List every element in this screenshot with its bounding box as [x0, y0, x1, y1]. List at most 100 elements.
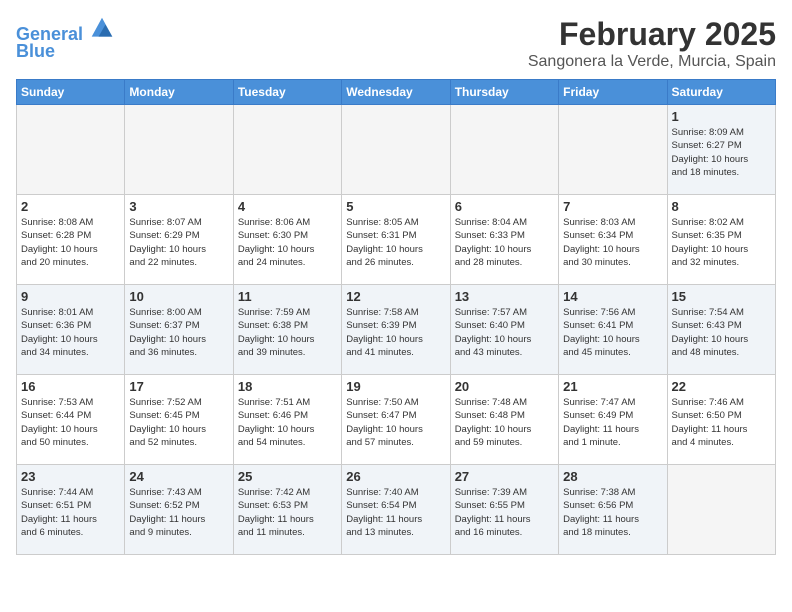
calendar-cell	[342, 105, 450, 195]
day-info: Sunrise: 8:02 AM Sunset: 6:35 PM Dayligh…	[672, 216, 771, 269]
calendar-cell: 22 Sunrise: 7:46 AM Sunset: 6:50 PM Dayli…	[667, 375, 775, 465]
calendar-cell: 25 Sunrise: 7:42 AM Sunset: 6:53 PM Dayli…	[233, 465, 341, 555]
day-info: Sunrise: 8:04 AM Sunset: 6:33 PM Dayligh…	[455, 216, 554, 269]
calendar-cell: 11 Sunrise: 7:59 AM Sunset: 6:38 PM Dayli…	[233, 285, 341, 375]
day-info: Sunrise: 8:03 AM Sunset: 6:34 PM Dayligh…	[563, 216, 662, 269]
day-info: Sunrise: 7:48 AM Sunset: 6:48 PM Dayligh…	[455, 396, 554, 449]
day-info: Sunrise: 7:59 AM Sunset: 6:38 PM Dayligh…	[238, 306, 337, 359]
day-number: 13	[455, 289, 554, 304]
day-info: Sunrise: 7:44 AM Sunset: 6:51 PM Dayligh…	[21, 486, 120, 539]
day-info: Sunrise: 8:05 AM Sunset: 6:31 PM Dayligh…	[346, 216, 445, 269]
calendar-cell: 7 Sunrise: 8:03 AM Sunset: 6:34 PM Daylig…	[559, 195, 667, 285]
day-number: 8	[672, 199, 771, 214]
col-header-monday: Monday	[125, 80, 233, 105]
day-info: Sunrise: 7:46 AM Sunset: 6:50 PM Dayligh…	[672, 396, 771, 449]
day-number: 14	[563, 289, 662, 304]
calendar-cell: 28 Sunrise: 7:38 AM Sunset: 6:56 PM Dayli…	[559, 465, 667, 555]
day-number: 7	[563, 199, 662, 214]
calendar-week-1: 1Sunrise: 8:09 AM Sunset: 6:27 PM Daylig…	[17, 105, 776, 195]
logo: General Blue	[16, 16, 114, 62]
day-info: Sunrise: 7:43 AM Sunset: 6:52 PM Dayligh…	[129, 486, 228, 539]
calendar-cell: 3 Sunrise: 8:07 AM Sunset: 6:29 PM Daylig…	[125, 195, 233, 285]
day-info: Sunrise: 8:00 AM Sunset: 6:37 PM Dayligh…	[129, 306, 228, 359]
day-info: Sunrise: 7:56 AM Sunset: 6:41 PM Dayligh…	[563, 306, 662, 359]
calendar-cell: 10 Sunrise: 8:00 AM Sunset: 6:37 PM Dayli…	[125, 285, 233, 375]
calendar-cell: 8 Sunrise: 8:02 AM Sunset: 6:35 PM Daylig…	[667, 195, 775, 285]
calendar-cell: 1Sunrise: 8:09 AM Sunset: 6:27 PM Daylig…	[667, 105, 775, 195]
day-number: 24	[129, 469, 228, 484]
day-number: 4	[238, 199, 337, 214]
calendar-cell: 19 Sunrise: 7:50 AM Sunset: 6:47 PM Dayli…	[342, 375, 450, 465]
day-info: Sunrise: 7:51 AM Sunset: 6:46 PM Dayligh…	[238, 396, 337, 449]
day-number: 19	[346, 379, 445, 394]
calendar-week-3: 9 Sunrise: 8:01 AM Sunset: 6:36 PM Daylig…	[17, 285, 776, 375]
calendar-cell	[559, 105, 667, 195]
calendar-cell: 15 Sunrise: 7:54 AM Sunset: 6:43 PM Dayli…	[667, 285, 775, 375]
calendar-week-2: 2 Sunrise: 8:08 AM Sunset: 6:28 PM Daylig…	[17, 195, 776, 285]
calendar-cell: 13 Sunrise: 7:57 AM Sunset: 6:40 PM Dayli…	[450, 285, 558, 375]
day-number: 17	[129, 379, 228, 394]
day-info: Sunrise: 7:58 AM Sunset: 6:39 PM Dayligh…	[346, 306, 445, 359]
calendar-week-4: 16Sunrise: 7:53 AM Sunset: 6:44 PM Dayli…	[17, 375, 776, 465]
day-info: Sunrise: 7:54 AM Sunset: 6:43 PM Dayligh…	[672, 306, 771, 359]
day-number: 6	[455, 199, 554, 214]
day-info: Sunrise: 8:07 AM Sunset: 6:29 PM Dayligh…	[129, 216, 228, 269]
calendar-cell: 2 Sunrise: 8:08 AM Sunset: 6:28 PM Daylig…	[17, 195, 125, 285]
month-title: February 2025	[528, 16, 776, 53]
day-number: 27	[455, 469, 554, 484]
day-number: 11	[238, 289, 337, 304]
col-header-tuesday: Tuesday	[233, 80, 341, 105]
col-header-wednesday: Wednesday	[342, 80, 450, 105]
day-number: 1	[672, 109, 771, 124]
day-info: Sunrise: 7:47 AM Sunset: 6:49 PM Dayligh…	[563, 396, 662, 449]
calendar-cell: 6 Sunrise: 8:04 AM Sunset: 6:33 PM Daylig…	[450, 195, 558, 285]
title-block: February 2025 Sangonera la Verde, Murcia…	[528, 16, 776, 71]
calendar-cell: 9 Sunrise: 8:01 AM Sunset: 6:36 PM Daylig…	[17, 285, 125, 375]
calendar-cell: 4 Sunrise: 8:06 AM Sunset: 6:30 PM Daylig…	[233, 195, 341, 285]
calendar-cell	[233, 105, 341, 195]
day-number: 28	[563, 469, 662, 484]
col-header-sunday: Sunday	[17, 80, 125, 105]
col-header-saturday: Saturday	[667, 80, 775, 105]
calendar-header-row: SundayMondayTuesdayWednesdayThursdayFrid…	[17, 80, 776, 105]
calendar-cell: 23 Sunrise: 7:44 AM Sunset: 6:51 PM Dayli…	[17, 465, 125, 555]
page-header: General Blue February 2025 Sangonera la …	[16, 16, 776, 71]
day-number: 10	[129, 289, 228, 304]
calendar-cell: 26Sunrise: 7:40 AM Sunset: 6:54 PM Dayli…	[342, 465, 450, 555]
day-number: 23	[21, 469, 120, 484]
location-subtitle: Sangonera la Verde, Murcia, Spain	[528, 53, 776, 71]
day-info: Sunrise: 8:08 AM Sunset: 6:28 PM Dayligh…	[21, 216, 120, 269]
col-header-thursday: Thursday	[450, 80, 558, 105]
day-number: 15	[672, 289, 771, 304]
day-number: 3	[129, 199, 228, 214]
day-number: 22	[672, 379, 771, 394]
col-header-friday: Friday	[559, 80, 667, 105]
day-number: 21	[563, 379, 662, 394]
calendar-cell: 5 Sunrise: 8:05 AM Sunset: 6:31 PM Daylig…	[342, 195, 450, 285]
day-number: 9	[21, 289, 120, 304]
calendar-cell	[17, 105, 125, 195]
calendar-cell: 16Sunrise: 7:53 AM Sunset: 6:44 PM Dayli…	[17, 375, 125, 465]
day-info: Sunrise: 7:40 AM Sunset: 6:54 PM Dayligh…	[346, 486, 445, 539]
day-info: Sunrise: 8:06 AM Sunset: 6:30 PM Dayligh…	[238, 216, 337, 269]
day-number: 5	[346, 199, 445, 214]
day-number: 12	[346, 289, 445, 304]
day-info: Sunrise: 7:57 AM Sunset: 6:40 PM Dayligh…	[455, 306, 554, 359]
calendar-week-5: 23 Sunrise: 7:44 AM Sunset: 6:51 PM Dayli…	[17, 465, 776, 555]
day-number: 20	[455, 379, 554, 394]
day-number: 25	[238, 469, 337, 484]
day-info: Sunrise: 7:50 AM Sunset: 6:47 PM Dayligh…	[346, 396, 445, 449]
calendar-cell: 14 Sunrise: 7:56 AM Sunset: 6:41 PM Dayli…	[559, 285, 667, 375]
calendar-cell: 24 Sunrise: 7:43 AM Sunset: 6:52 PM Dayli…	[125, 465, 233, 555]
logo-icon	[90, 16, 114, 40]
calendar-cell	[667, 465, 775, 555]
day-info: Sunrise: 7:52 AM Sunset: 6:45 PM Dayligh…	[129, 396, 228, 449]
day-number: 2	[21, 199, 120, 214]
day-info: Sunrise: 7:39 AM Sunset: 6:55 PM Dayligh…	[455, 486, 554, 539]
day-info: Sunrise: 7:38 AM Sunset: 6:56 PM Dayligh…	[563, 486, 662, 539]
day-info: Sunrise: 8:01 AM Sunset: 6:36 PM Dayligh…	[21, 306, 120, 359]
calendar-cell: 20 Sunrise: 7:48 AM Sunset: 6:48 PM Dayli…	[450, 375, 558, 465]
calendar-cell	[125, 105, 233, 195]
calendar-table: SundayMondayTuesdayWednesdayThursdayFrid…	[16, 79, 776, 555]
day-info: Sunrise: 7:42 AM Sunset: 6:53 PM Dayligh…	[238, 486, 337, 539]
